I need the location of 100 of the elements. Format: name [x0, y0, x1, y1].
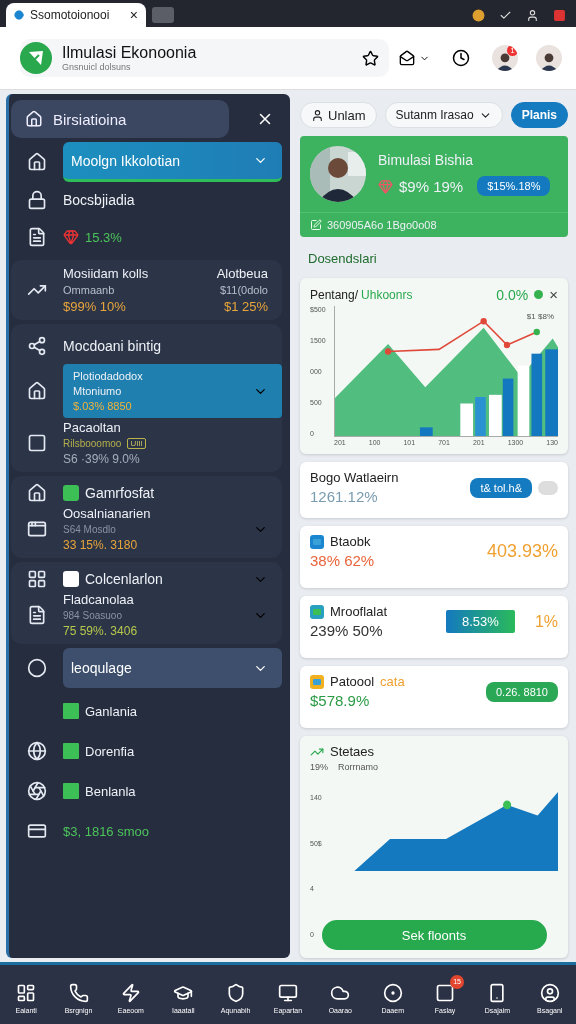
card-title: Btaobk [330, 534, 371, 549]
item-title: Plotiodadodox [73, 370, 143, 382]
nav-icon [173, 983, 194, 1003]
sidebar-item[interactable]: Benlanla [85, 783, 136, 799]
user-icon [311, 108, 324, 122]
sidebar-icon[interactable] [27, 569, 47, 589]
sidebar-item[interactable]: Ganlania [85, 703, 138, 719]
card-value: $578.9% [310, 692, 371, 709]
extension-icon[interactable] [553, 9, 566, 22]
change-value: 0.0% [496, 286, 529, 303]
item-value: 33 15%. 3180 [63, 538, 139, 552]
sidebar-icon[interactable] [27, 519, 47, 539]
sidebar-icon[interactable] [27, 781, 47, 801]
mail-icon[interactable] [399, 50, 415, 66]
edit-icon[interactable] [310, 219, 322, 231]
nav-icon [330, 983, 351, 1003]
bar [502, 378, 514, 436]
card-title: Bogo Watlaeirn [310, 470, 399, 485]
submenu-card[interactable]: Plotiodadodox Mtoniumo $.03% 8850 [63, 364, 282, 418]
check-icon[interactable] [499, 9, 512, 22]
nav-icon [435, 983, 456, 1003]
sidebar-icon[interactable] [27, 152, 47, 172]
close-button[interactable]: × [549, 286, 558, 303]
sidebar-icon[interactable] [27, 433, 47, 453]
square-icon [63, 783, 79, 799]
status-pill: 0.26. 8810 [486, 681, 558, 702]
stat-value: $99% 10% [63, 299, 126, 314]
stat-title: Mosiidam kolls [63, 266, 149, 281]
section-title: Mocdoani bintig [63, 338, 163, 354]
sidebar-item[interactable]: leoqulage [63, 648, 282, 688]
item-value: S6 ·39% 9.0% [63, 452, 141, 466]
stat-value: $1 25% [223, 299, 268, 314]
app-icon [310, 674, 324, 689]
item-title: Oosalnianarien [63, 506, 151, 521]
card-value: 1261.12% [310, 488, 379, 505]
card-value: 239% 50% [310, 622, 384, 639]
value-pill: $15%.18% [477, 176, 551, 196]
toggle-switch[interactable] [538, 480, 558, 495]
sidebar-icon[interactable] [27, 483, 47, 503]
app-subtitle: Gnsnuicl dolsuns [62, 62, 132, 72]
card-title: Mrooflalat [330, 604, 388, 619]
gem-icon [378, 178, 393, 194]
sidebar-icon[interactable] [27, 605, 47, 625]
app-icon [310, 534, 324, 549]
tab-close[interactable]: × [129, 7, 138, 23]
section-heading: Dosendslari [307, 250, 378, 268]
sidebar-icon[interactable] [27, 381, 47, 401]
user-button[interactable]: Unlam [300, 102, 377, 128]
chart-subtitle: Uhkoonrs [361, 287, 413, 302]
sidebar-icon[interactable] [27, 658, 47, 678]
data-point [480, 317, 487, 325]
avatar[interactable]: 1 [492, 45, 518, 71]
sidebar-header[interactable]: Birsiatioina [11, 100, 229, 138]
avatar[interactable] [536, 45, 562, 71]
notification-badge: 1 [507, 45, 518, 56]
star-icon[interactable] [362, 49, 379, 67]
stat-title: Alotbeua [216, 266, 268, 281]
select-field[interactable]: Sutanm Irasao [384, 102, 503, 128]
profile-name: Bimulasi Bishia [378, 152, 474, 168]
nav-icon [382, 983, 403, 1003]
stat-value: $3, 1816 smoo [63, 823, 149, 839]
sidebar-icon[interactable] [27, 190, 47, 210]
primary-button[interactable]: Planis [510, 102, 568, 128]
item-label: 984 Soasuoo [63, 610, 122, 621]
square-icon [63, 703, 79, 719]
stat-label: $11(0dolo [219, 284, 268, 296]
sidebar-icon[interactable] [27, 741, 47, 761]
favicon-icon [14, 10, 24, 20]
data-point [533, 328, 540, 336]
extension-icon[interactable] [472, 9, 485, 22]
sidebar-item[interactable]: Moolgn Ikkolotian [63, 142, 282, 182]
tag: UIII [127, 438, 146, 449]
item-title: Colcenlarlon [85, 571, 163, 587]
sidebar-icon[interactable] [27, 821, 47, 841]
card-title: Stetaes [330, 744, 375, 759]
profile-footer: 360905A6o 1Bgo0o08 [327, 219, 437, 231]
item-title: Fladcanolaa [63, 592, 135, 607]
card-tag: cata [380, 674, 405, 689]
home-icon [25, 110, 43, 128]
browser-tab[interactable]: Ssomotoionooi × [6, 3, 146, 27]
item-title: Pacaoltan [63, 420, 122, 435]
bar [475, 397, 486, 436]
card-value: 38% 62% [310, 552, 375, 569]
sidebar-item[interactable]: Dorenfia [85, 743, 135, 759]
bar [419, 427, 433, 436]
annotation: $1 $8% [526, 312, 554, 321]
value-pill: 8.53% [446, 610, 515, 633]
square-icon [63, 743, 79, 759]
nav-icon [539, 983, 560, 1003]
clock-icon[interactable] [452, 49, 470, 67]
sidebar-icon[interactable] [27, 336, 47, 356]
user-icon[interactable] [526, 9, 539, 22]
nav-icon [120, 983, 141, 1003]
status-pill: t& tol.h& [470, 477, 532, 498]
item-label: Mtoniumo [73, 385, 123, 397]
stat-value: 15.3% [85, 229, 122, 245]
item-value: 75 59%. 3406 [63, 624, 138, 638]
sidebar-icon[interactable] [27, 227, 47, 247]
card-label: Rorrnamo [338, 762, 379, 772]
item-label: S64 Mosdlo [63, 524, 116, 535]
